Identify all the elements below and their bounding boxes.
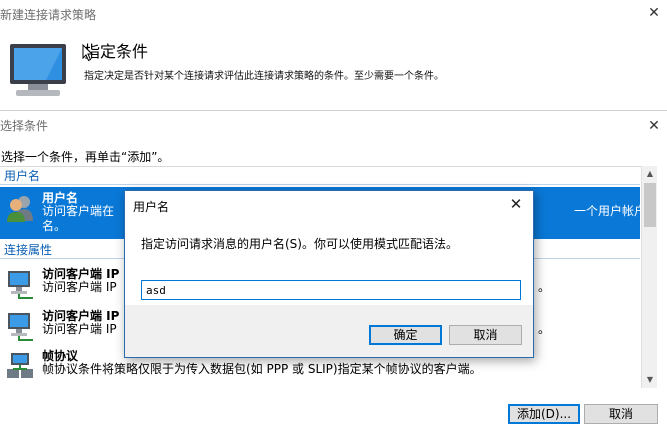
modal-cancel-button[interactable]: 取消 [449, 325, 522, 345]
wizard-description: 指定决定是否针对某个连接请求评估此连接请求策略的条件。至少需要一个条件。 [84, 71, 444, 82]
select-condition-close-icon[interactable]: ✕ [647, 119, 661, 133]
header-divider [0, 110, 667, 111]
username-prompt: 指定访问请求消息的用户名(S)。你可以使用模式匹配语法。 [141, 237, 458, 251]
scroll-up-icon[interactable]: ▲ [645, 169, 655, 179]
users-icon [7, 196, 33, 222]
username-dialog-title: 用户名 [133, 200, 170, 214]
item-description: 访问客户端在 一个用户帐户 名。 [42, 204, 647, 233]
close-icon[interactable]: ✕ [507, 195, 525, 213]
frame-protocol-icon [7, 353, 33, 378]
select-condition-title: 选择条件 [0, 119, 49, 133]
condition-list-scrollbar[interactable]: ▲ ▼ [641, 166, 657, 388]
item-description: 访问客户端 IP 。 [42, 322, 551, 336]
item-description: 访问客户端 IP 。 [42, 280, 551, 294]
select-instruction: 选择一个条件，再单击“添加”。 [1, 150, 170, 164]
username-dialog: 用户名 ✕ 指定访问请求消息的用户名(S)。你可以使用模式匹配语法。 确定 取消 [124, 190, 534, 358]
scroll-thumb[interactable] [644, 183, 656, 227]
ok-button[interactable]: 确定 [369, 325, 442, 345]
mouse-cursor-icon [82, 44, 94, 62]
scroll-down-icon[interactable]: ▼ [645, 375, 655, 385]
wizard-header: 指定条件 指定决定是否针对某个连接请求评估此连接请求策略的条件。至少需要一个条件… [0, 30, 667, 110]
wizard-title: 新建连接请求策略 [0, 0, 667, 30]
username-dialog-titlebar: 用户名 ✕ [125, 191, 533, 219]
item-description: 帧协议条件将策略仅限于为传入数据包(如 PPP 或 SLIP)指定某个帧协议的客… [42, 362, 482, 376]
computer-network-icon [8, 313, 33, 341]
add-button[interactable]: 添加(D)... [508, 404, 580, 424]
username-dialog-body: 指定访问请求消息的用户名(S)。你可以使用模式匹配语法。 [125, 219, 533, 305]
cancel-button[interactable]: 取消 [584, 404, 658, 424]
computer-network-icon [8, 271, 33, 299]
group-header-username: 用户名 [0, 167, 640, 185]
username-input[interactable] [141, 280, 521, 300]
wizard-close-icon[interactable]: ✕ [647, 6, 661, 20]
computer-monitor-icon [10, 44, 66, 96]
